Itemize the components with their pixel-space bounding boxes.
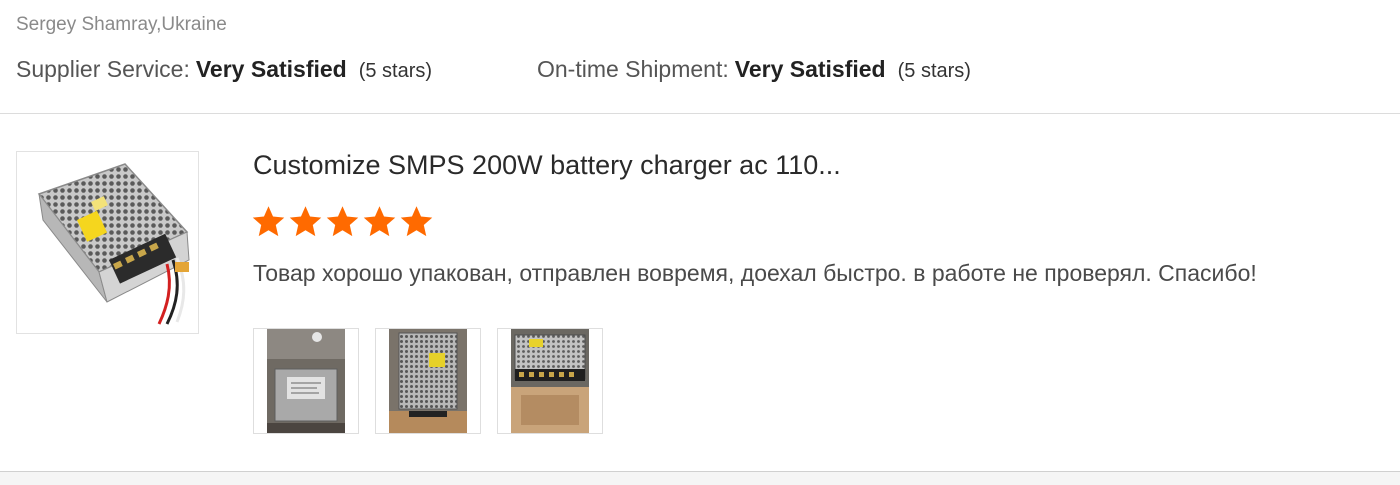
shipment-stars: (5 stars) xyxy=(897,60,971,82)
supplier-service-value: Very Satisfied xyxy=(195,56,347,82)
product-title[interactable]: Customize SMPS 200W battery charger ac 1… xyxy=(253,150,841,181)
shipment-label: On-time Shipment: xyxy=(537,56,729,82)
review-photo-unit-terminals xyxy=(511,329,589,433)
star-icon xyxy=(363,206,396,237)
next-review-area xyxy=(0,472,1400,485)
divider xyxy=(0,113,1400,114)
star-icon xyxy=(400,206,433,237)
review-photo-label xyxy=(267,329,345,433)
star-icon xyxy=(326,206,359,237)
review-photo-unit-top xyxy=(389,329,467,433)
review-text: Товар хорошо упакован, отправлен вовремя… xyxy=(253,260,1257,286)
supplier-service-label: Supplier Service: xyxy=(16,56,190,82)
star-icon xyxy=(289,206,322,237)
review-photo-2[interactable] xyxy=(375,328,481,434)
review-photo-1[interactable] xyxy=(253,328,359,434)
product-star-rating xyxy=(251,204,434,239)
star-icon xyxy=(252,206,285,237)
supplier-service-stars: (5 stars) xyxy=(358,60,433,82)
review-photos xyxy=(253,328,603,434)
shipment-rating: On-time Shipment: Very Satisfied (5 stars) xyxy=(537,56,971,83)
reviewer-name-location: Sergey Shamray,Ukraine xyxy=(16,14,227,35)
supplier-service-rating: Supplier Service: Very Satisfied (5 stars) xyxy=(16,56,432,83)
shipment-value: Very Satisfied xyxy=(734,56,886,82)
power-supply-image xyxy=(37,163,190,325)
product-thumbnail[interactable] xyxy=(16,151,199,334)
review-photo-3[interactable] xyxy=(497,328,603,434)
